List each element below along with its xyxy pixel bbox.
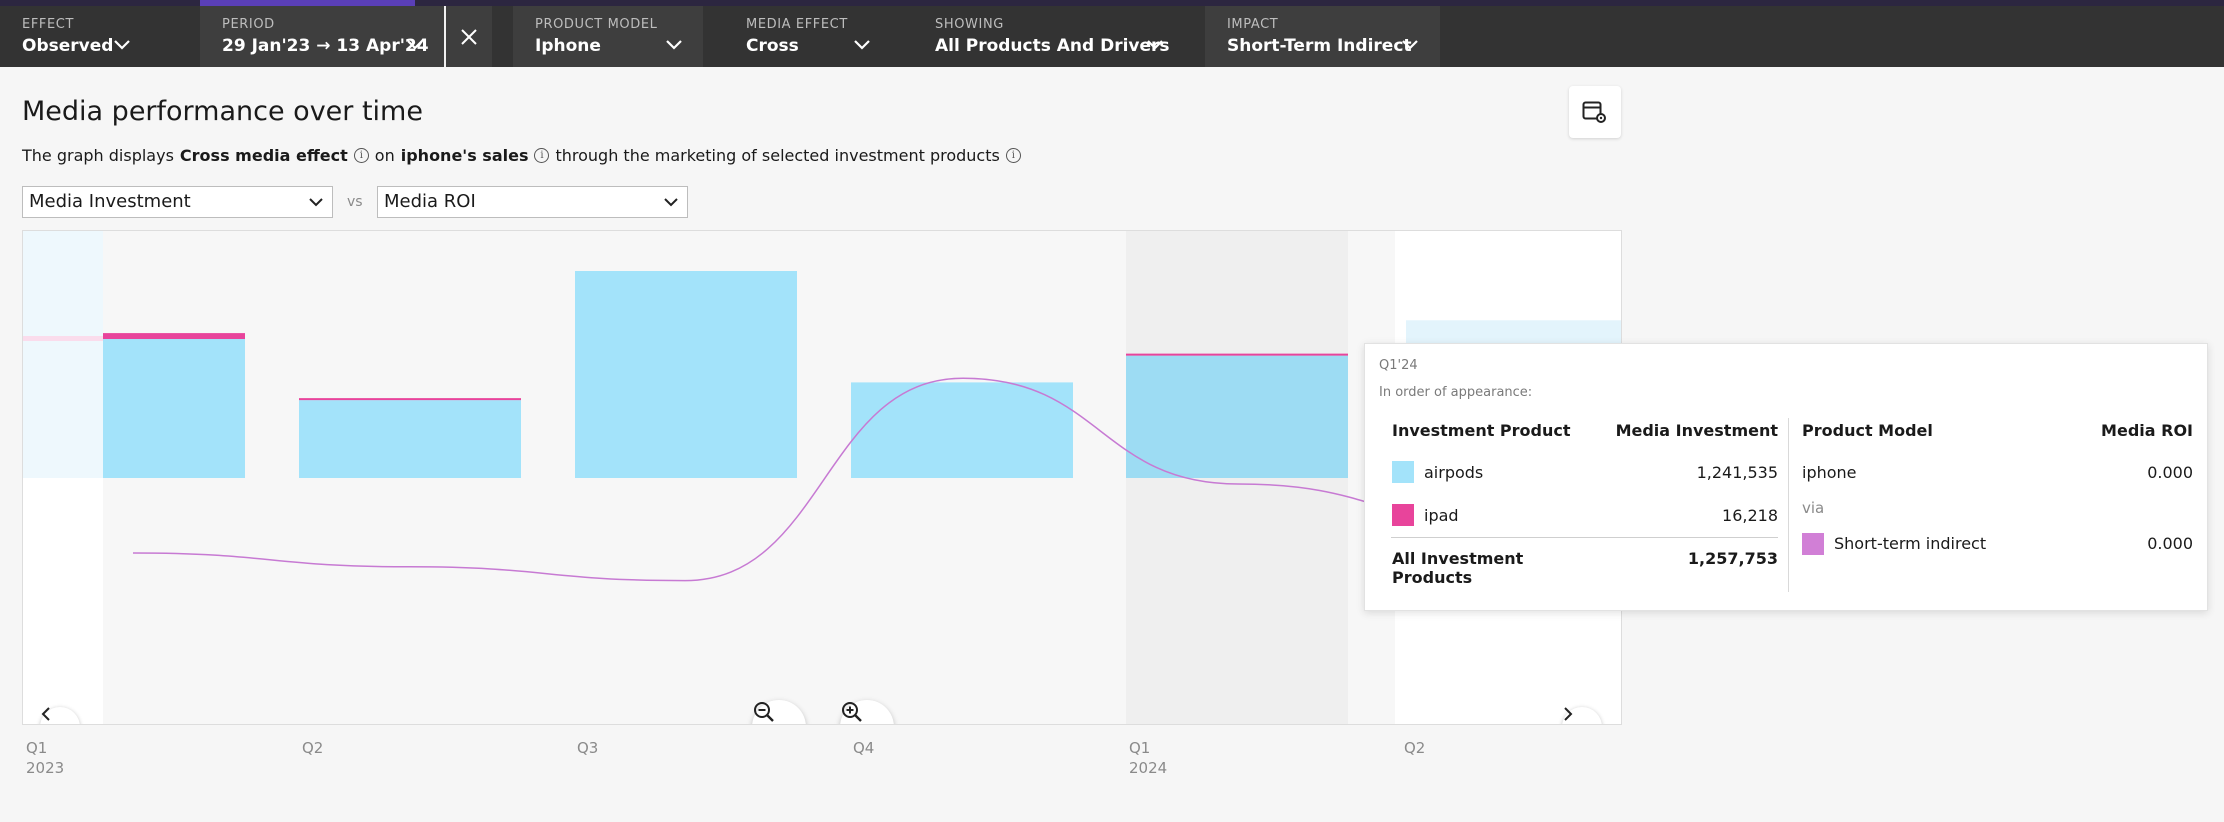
right-metric-select[interactable]: Media ROI: [377, 186, 688, 218]
chevron-down-icon: [1147, 40, 1163, 50]
chevron-down-icon: [309, 198, 323, 207]
filter-product-model[interactable]: PRODUCT MODEL Iphone: [513, 6, 703, 67]
info-icon[interactable]: i: [1005, 148, 1021, 163]
tooltip-period: Q1'24: [1379, 358, 1418, 373]
filter-effect[interactable]: EFFECT Observed: [0, 6, 200, 67]
x-tick-q1-2024: Q1 2024: [1129, 739, 1168, 777]
tooltip-driver-value: 0.000: [2147, 534, 2193, 553]
chevron-down-icon: [407, 40, 423, 50]
close-icon: [461, 28, 477, 45]
tooltip-row-name: airpods: [1424, 463, 1484, 482]
right-metric-value: Media ROI: [384, 191, 476, 212]
bar-airpods-Q2'23[interactable]: [299, 400, 521, 478]
filter-period[interactable]: PERIOD 29 Jan'23 → 13 Apr'24: [200, 6, 444, 67]
chevron-down-icon: [664, 198, 678, 207]
chevron-right-icon: [1564, 707, 1573, 721]
info-icon[interactable]: i: [534, 148, 550, 163]
description-sales: iphone's sales: [400, 146, 529, 165]
info-icon[interactable]: i: [353, 148, 369, 163]
tooltip-header-investment-product: Investment Product: [1392, 421, 1571, 440]
tooltip-divider: [1391, 537, 1778, 538]
tooltip-order-note: In order of appearance:: [1379, 385, 1533, 400]
description-prefix: The graph displays: [22, 146, 174, 165]
swatch-ipad: [1392, 504, 1414, 526]
tooltip-row-value: 1,241,535: [1696, 463, 1778, 482]
filter-showing-label: SHOWING: [935, 17, 1004, 32]
x-tick-q1-2023: Q1 2023: [26, 739, 65, 777]
tooltip-driver-name: Short-term indirect: [1834, 534, 1987, 553]
filter-effect-label: EFFECT: [22, 17, 75, 32]
tooltip-via: via: [1802, 499, 1825, 517]
filter-showing-value: All Products And Drivers: [935, 36, 1170, 56]
tooltip-header-media-roi: Media ROI: [2101, 421, 2193, 440]
filter-bar: EFFECT Observed PERIOD 29 Jan'23 → 13 Ap…: [0, 0, 2224, 67]
bar-airpods-Q1'24[interactable]: [1126, 355, 1348, 478]
swatch-airpods: [1392, 461, 1414, 483]
chevron-down-icon: [854, 40, 870, 50]
faded-bar-left-top: [23, 336, 103, 341]
filter-effect-value: Observed: [22, 36, 114, 56]
filter-showing[interactable]: SHOWING All Products And Drivers: [913, 6, 1203, 67]
filter-period-label: PERIOD: [222, 17, 275, 32]
filter-period-value: 29 Jan'23 → 13 Apr'24: [222, 36, 429, 56]
description-on: on: [374, 146, 395, 165]
chevron-down-icon: [114, 40, 130, 50]
filter-media-effect-value: Cross: [746, 36, 799, 56]
tooltip-header-media-investment: Media Investment: [1615, 421, 1778, 440]
left-metric-select[interactable]: Media Investment: [22, 186, 333, 218]
bar-ipad-Q2'23[interactable]: [299, 398, 521, 401]
bar-airpods-Q1'23[interactable]: [103, 339, 245, 478]
tooltip-row-name: ipad: [1424, 506, 1459, 525]
zoom-out-icon: [754, 702, 774, 722]
tooltip-model-value: 0.000: [2147, 463, 2193, 482]
x-tick-q2-2023: Q2: [302, 739, 324, 757]
clear-period-button[interactable]: [444, 6, 492, 67]
tooltip-header-product-model: Product Model: [1802, 421, 1933, 440]
filter-media-effect[interactable]: MEDIA EFFECT Cross: [724, 6, 904, 67]
x-tick-q2-2024: Q2: [1404, 739, 1426, 757]
chevron-left-icon: [41, 707, 50, 721]
bar-airpods-Q4'23[interactable]: [851, 382, 1073, 478]
chevron-down-icon: [1402, 40, 1418, 50]
chart-settings-button[interactable]: [1569, 86, 1621, 138]
swatch-short-term-indirect: [1802, 533, 1824, 555]
filter-media-effect-label: MEDIA EFFECT: [746, 17, 848, 32]
tooltip-model-name: iphone: [1802, 463, 1857, 482]
tooltip-total-value: 1,257,753: [1687, 549, 1778, 568]
chevron-down-icon: [666, 40, 682, 50]
description-suffix: through the marketing of selected invest…: [555, 146, 1000, 165]
filter-impact-value: Short-Term Indirect: [1227, 36, 1412, 56]
tooltip-row-value: 16,218: [1722, 506, 1778, 525]
filter-impact[interactable]: IMPACT Short-Term Indirect: [1205, 6, 1440, 67]
x-tick-q3-2023: Q3: [577, 739, 599, 757]
chart-description: The graph displays Cross media effect i …: [22, 146, 1027, 165]
bar-ipad-Q1'23[interactable]: [103, 333, 245, 340]
calendar-settings-icon: [1582, 101, 1606, 123]
vs-label: vs: [347, 194, 363, 210]
bar-airpods-Q3'23[interactable]: [575, 271, 797, 478]
filter-product-model-value: Iphone: [535, 36, 601, 56]
bar-ipad-Q1'24[interactable]: [1126, 353, 1348, 356]
filter-product-model-label: PRODUCT MODEL: [535, 17, 658, 32]
faded-bar-left: [23, 231, 103, 478]
chart-tooltip: Q1'24 In order of appearance: Investment…: [1364, 343, 2208, 611]
zoom-in-icon: [842, 702, 862, 722]
filter-impact-label: IMPACT: [1227, 17, 1279, 32]
left-metric-value: Media Investment: [29, 191, 191, 212]
tooltip-total-label: All Investment Products: [1392, 549, 1524, 587]
page-title: Media performance over time: [22, 96, 423, 127]
description-effect: Cross media effect: [179, 146, 348, 165]
tooltip-column-divider: [1788, 418, 1789, 592]
x-tick-q4-2023: Q4: [853, 739, 875, 757]
